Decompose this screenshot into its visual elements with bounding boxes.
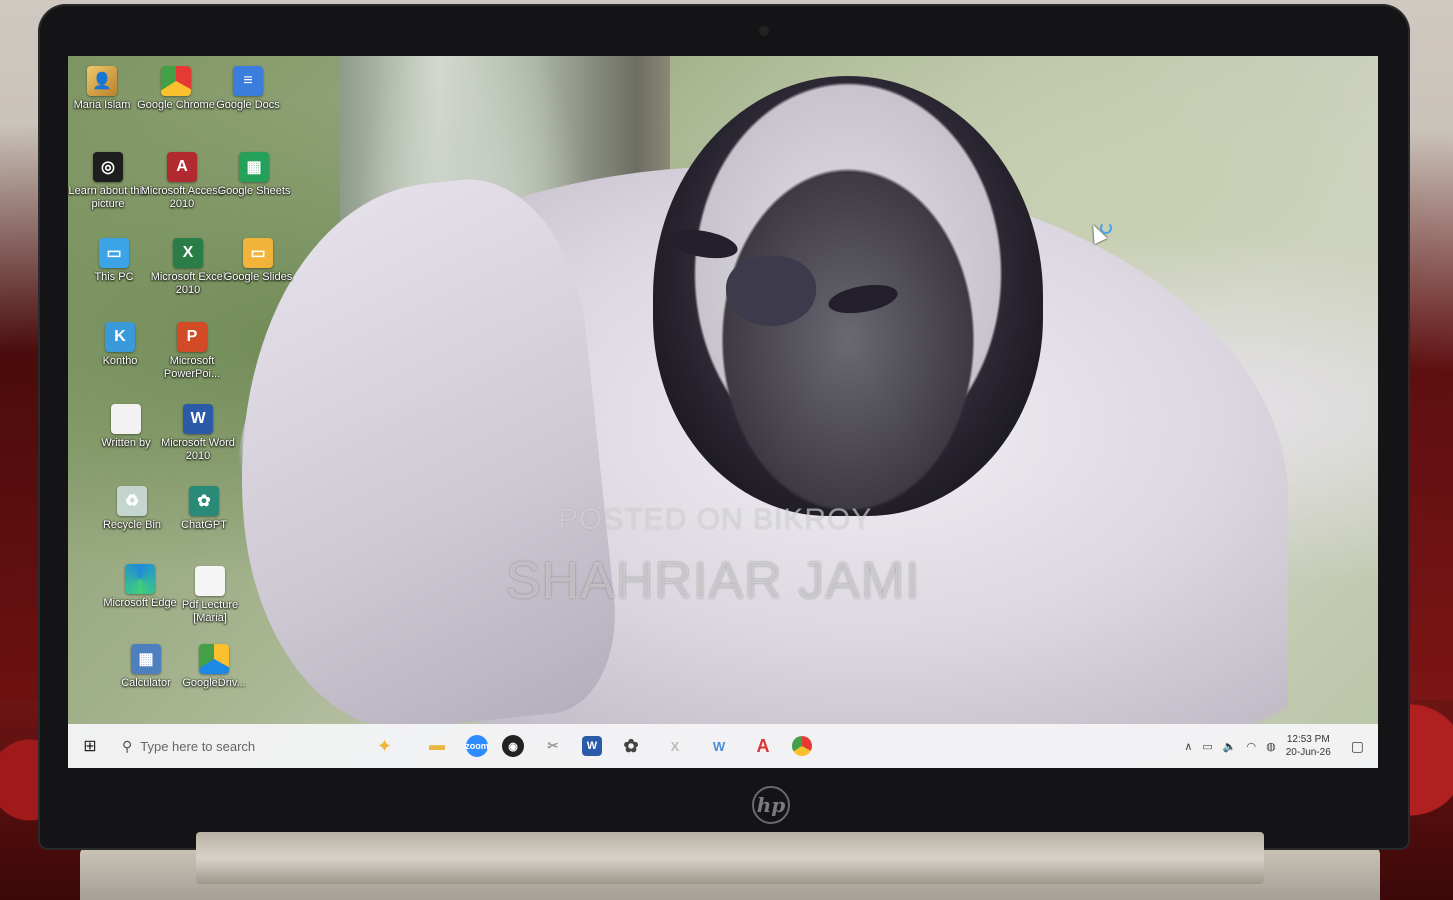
access-icon: A — [167, 152, 197, 182]
taskbar-search-box[interactable]: ⚲ Type here to search ✦ — [112, 724, 402, 768]
taskbar-clock[interactable]: 12:53 PM 20-Jun-26 — [1286, 733, 1331, 759]
taskbar-pinned-apps: ▬ zoom ◉ ✂ W ✿ X W A — [422, 731, 812, 761]
user-folder-icon: 👤 — [87, 66, 117, 96]
acrobat-icon[interactable]: A — [748, 731, 778, 761]
desktop-screen: POSTED ON BIKROY SHAHRIAR JAMI 👤 Maria I… — [68, 56, 1378, 768]
excel-icon: X — [173, 238, 203, 268]
start-button[interactable]: ⊞ — [68, 724, 112, 768]
watermark-posted-on: POSTED ON BIKROY — [558, 503, 873, 536]
desktop-icon-label: Written by — [101, 437, 151, 449]
desktop-icon-label: ChatGPT — [181, 519, 227, 531]
desktop-icon-google-slides[interactable]: ▭ Google Slides — [216, 238, 300, 284]
desktop-icon-this-pc[interactable]: ▭ This PC — [72, 238, 156, 284]
snipping-tool-icon[interactable]: ✂ — [538, 731, 568, 761]
desktop-icon-label: Microsoft Word 2010 — [161, 437, 235, 462]
desktop-icon-label: Kontho — [102, 355, 138, 367]
zoom-icon[interactable]: zoom — [465, 735, 489, 757]
busy-spinner-icon — [1100, 222, 1112, 234]
battery-icon[interactable]: ▭ — [1202, 740, 1212, 753]
google-drive-icon — [199, 644, 229, 674]
hp-logo: hp — [752, 786, 790, 824]
camera-icon: ◎ — [93, 152, 123, 182]
powerpoint-icon: P — [177, 322, 207, 352]
edge-icon — [125, 564, 155, 594]
blank-file-icon — [195, 566, 225, 596]
clock-date: 20-Jun-26 — [1285, 747, 1331, 758]
google-docs-icon: ≡ — [233, 66, 263, 96]
desktop-icon-label: This PC — [94, 271, 134, 283]
language-icon[interactable]: ◍ — [1266, 740, 1276, 753]
system-tray: ∧ ▭ 🔈 ◠ ◍ 12:53 PM 20-Jun-26 ▢ — [1184, 733, 1378, 759]
word-icon[interactable]: W — [582, 736, 602, 756]
desktop-icon-label: Google Sheets — [217, 185, 291, 197]
chevron-up-icon[interactable]: ∧ — [1184, 740, 1192, 753]
search-icon: ⚲ — [122, 737, 133, 754]
notifications-icon[interactable]: ▢ — [1351, 738, 1364, 755]
desktop-icon-label: Learn about this picture — [68, 185, 148, 210]
obs-icon[interactable]: ◉ — [502, 735, 524, 757]
desktop-icon-learn-about-picture[interactable]: ◎ Learn about this picture — [68, 152, 150, 211]
computer-icon: ▭ — [99, 238, 129, 268]
file-explorer-icon[interactable]: ▬ — [422, 731, 452, 761]
calculator-icon: ▦ — [131, 644, 161, 674]
desktop-icon-label: Microsoft Edge — [103, 597, 177, 609]
desktop-icon-label: Calculator — [121, 677, 171, 689]
desktop-icon-pdf-lecture[interactable]: Pdf Lecture [Maria] — [168, 566, 252, 625]
chatgpt-icon: ✿ — [189, 486, 219, 516]
desktop-icon-label: Microsoft PowerPoi... — [163, 355, 221, 380]
kontho-icon: K — [105, 322, 135, 352]
chrome-icon — [161, 66, 191, 96]
google-slides-icon: ▭ — [243, 238, 273, 268]
blank-file-icon — [111, 404, 141, 434]
wifi-icon[interactable]: ◠ — [1247, 740, 1257, 753]
watermark-name: SHAHRIAR JAMI — [506, 552, 921, 610]
desktop-icon-label: Google Slides — [223, 271, 293, 283]
clock-time: 12:53 PM — [1286, 734, 1330, 745]
desktop-icon-maria-islam[interactable]: 👤 Maria Islam — [68, 66, 144, 112]
webcam — [759, 26, 769, 36]
taskbar: ⊞ ⚲ Type here to search ✦ ▬ zoom ◉ ✂ W ✿… — [68, 724, 1378, 768]
desktop-icon-ms-word[interactable]: W Microsoft Word 2010 — [156, 404, 240, 463]
excel-icon[interactable]: X — [660, 731, 690, 761]
wordpad-icon[interactable]: W — [704, 731, 734, 761]
desktop-icon-google-docs[interactable]: ≡ Google Docs — [206, 66, 290, 112]
word-icon: W — [183, 404, 213, 434]
laptop-hinge — [196, 832, 1264, 884]
desktop-icon-label: Pdf Lecture [Maria] — [181, 599, 239, 624]
desktop-icon-google-drive[interactable]: GoogleDriv... — [172, 644, 256, 690]
desktop-icon-label: Maria Islam — [73, 99, 131, 111]
desktop-icon-label: Recycle Bin — [102, 519, 162, 531]
volume-icon[interactable]: 🔈 — [1223, 740, 1237, 753]
wallpaper-sloth-nose — [726, 256, 816, 326]
desktop-icon-label: Google Chrome — [137, 99, 215, 111]
chrome-icon[interactable] — [792, 736, 812, 756]
desktop-icon-label: Google Docs — [216, 99, 280, 111]
desktop-icon-ms-powerpoint[interactable]: P Microsoft PowerPoi... — [150, 322, 234, 381]
chatgpt-icon[interactable]: ✿ — [616, 731, 646, 761]
desktop-icon-google-sheets[interactable]: ▦ Google Sheets — [212, 152, 296, 198]
google-sheets-icon: ▦ — [239, 152, 269, 182]
search-placeholder: Type here to search — [140, 738, 256, 754]
recycle-bin-icon: ♻ — [117, 486, 147, 516]
search-highlight-icon[interactable]: ✦ — [377, 736, 392, 757]
desktop-icon-chatgpt[interactable]: ✿ ChatGPT — [162, 486, 246, 532]
desktop-icon-label: GoogleDriv... — [182, 677, 246, 689]
